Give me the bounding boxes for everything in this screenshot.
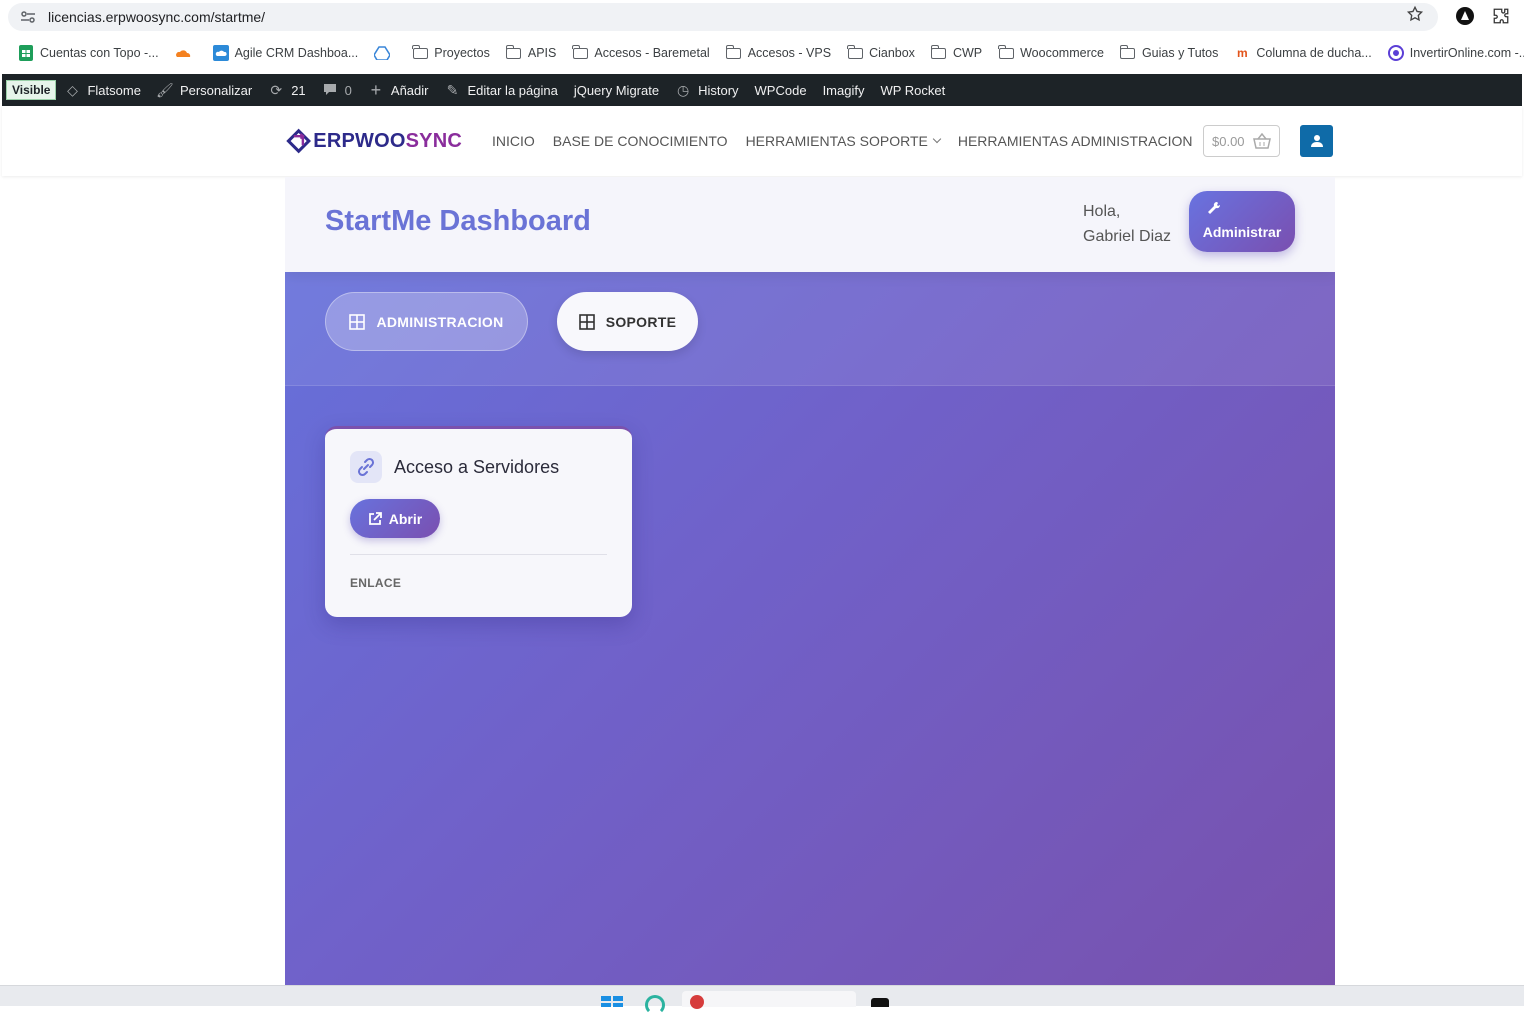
wrench-icon [1207,201,1221,218]
bookmark-folder-cianbox[interactable]: Cianbox [839,39,923,67]
windows-start-icon[interactable] [601,996,623,1007]
chrome-profile-icon [690,995,704,1009]
cloudflare-icon [175,45,191,61]
bookmark-item[interactable] [366,39,404,67]
tabs-bar: ADMINISTRACION SOPORTE [285,272,1335,386]
grid-icon [578,313,595,330]
bookmark-folder-proyectos[interactable]: Proyectos [404,39,498,67]
folder-icon [412,44,428,61]
startme-dashboard: StartMe Dashboard Hola, Gabriel Diaz Adm… [285,177,1335,987]
bookmark-item[interactable]: InvertirOnline.com -... [1380,39,1524,67]
wpbar-flatsome[interactable]: ◇ Flatsome [56,74,148,106]
wpbar-wpcode[interactable]: WPCode [747,74,815,106]
mercadolibre-icon: m [1237,46,1248,60]
address-bar[interactable]: licencias.erpwoosync.com/startme/ [8,3,1438,31]
cart-button[interactable]: $0.00 [1203,125,1280,157]
wpbar-personalizar[interactable]: 🖌 Personalizar [149,74,260,106]
extensions-puzzle-icon[interactable] [1492,7,1510,25]
wpbar-anadir[interactable]: + Añadir [360,74,437,106]
bookmark-item[interactable]: m Columna de ducha... [1226,39,1379,67]
plus-icon: + [370,79,382,100]
google-drive-icon [374,45,391,61]
folder-icon [725,44,742,61]
account-button[interactable] [1300,125,1333,157]
chevron-down-icon [932,134,942,144]
bookmark-folder-baremetal[interactable]: Accesos - Baremetal [564,39,717,67]
bookmark-folder-cwp[interactable]: CWP [923,39,990,67]
visible-badge[interactable]: Visible [6,80,57,100]
extension-icon[interactable] [1456,7,1474,25]
dashboard-header: StartMe Dashboard Hola, Gabriel Diaz Adm… [285,177,1335,272]
administrar-button[interactable]: Administrar [1189,191,1295,252]
bookmark-item[interactable]: Cuentas con Topo -... [10,39,167,67]
page-title: StartMe Dashboard [325,205,591,237]
bookmark-star-icon[interactable] [1406,5,1424,23]
folder-icon [572,44,588,61]
wpbar-history[interactable]: ◷ History [667,74,746,106]
greeting: Hola, Gabriel Diaz [1083,203,1172,245]
url-text: licencias.erpwoosync.com/startme/ [48,9,266,25]
wpbar-jquery[interactable]: jQuery Migrate [566,74,667,106]
bookmark-folder-vps[interactable]: Accesos - VPS [718,39,839,67]
cart-total: $0.00 [1212,133,1245,149]
os-taskbar [0,985,1524,1015]
abrir-button[interactable]: Abrir [350,499,440,538]
taskbar-app-chrome[interactable] [682,991,856,1009]
nav-base-conocimiento[interactable]: BASE DE CONOCIMIENTO [553,133,728,149]
logo-mark-icon [286,128,312,154]
folder-icon [505,44,522,61]
bookmark-item[interactable]: Agile CRM Dashboa... [205,39,367,67]
external-link-icon [368,511,382,525]
wpbar-editar[interactable]: ✎ Editar la página [436,74,565,106]
user-icon [1310,135,1323,147]
folder-icon [930,44,947,61]
logo-wordmark: ERPWOOSYNC [313,129,462,152]
edge-browser-icon[interactable] [645,995,665,1015]
link-icon [350,451,382,483]
comment-icon [322,82,338,98]
history-icon: ◷ [676,81,690,98]
nav-herramientas-administracion[interactable]: HERRAMIENTAS ADMINISTRACION [958,133,1193,149]
bookmark-folder-woocommerce[interactable]: Woocommerce [990,39,1112,67]
wpbar-imagify[interactable]: Imagify [815,74,873,106]
pencil-icon: ✎ [446,81,459,98]
site-settings-icon[interactable] [20,9,36,25]
bookmarks-bar: Cuentas con Topo -... Agile CRM Dashboa.… [0,34,1524,72]
grid-icon [349,313,366,330]
wpbar-comments[interactable]: 0 [314,74,360,106]
wpbar-updates[interactable]: ⟳ 21 [260,74,313,106]
site-header: ERPWOOSYNC INICIO BASE DE CONOCIMIENTO H… [2,106,1522,176]
folder-icon [998,44,1014,61]
diamond-icon: ◇ [67,81,78,98]
main-nav: INICIO BASE DE CONOCIMIENTO HERRAMIENTAS… [492,106,1211,176]
link-card: Acceso a Servidores Abrir ENLACE [325,426,632,617]
nav-herramientas-soporte[interactable]: HERRAMIENTAS SOPORTE [746,133,942,149]
basket-icon [1252,133,1271,149]
bookmark-folder-guias[interactable]: Guias y Tutos [1112,39,1226,67]
folder-icon [846,44,863,61]
tab-soporte[interactable]: SOPORTE [557,292,698,351]
bookmark-item[interactable] [167,39,205,67]
tab-administracion[interactable]: ADMINISTRACION [325,292,528,351]
browser-toolbar: licencias.erpwoosync.com/startme/ [0,0,1524,34]
cloud-icon [212,45,229,61]
card-title: Acceso a Servidores [394,457,560,477]
folder-icon [1119,44,1136,61]
sheets-icon [18,45,34,61]
wpbar-wprocket[interactable]: WP Rocket [872,74,953,106]
brush-icon: 🖌 [156,81,174,98]
refresh-icon: ⟳ [270,81,283,98]
nav-inicio[interactable]: INICIO [492,133,535,149]
card-divider [350,554,607,555]
bookmark-folder-apis[interactable]: APIS [498,39,565,67]
site-logo[interactable]: ERPWOOSYNC [286,118,462,164]
invertironline-icon [1387,45,1404,61]
card-type-label: ENLACE [350,576,402,590]
wp-admin-bar: Visible ◇ Flatsome 🖌 Personalizar ⟳ 21 0… [2,74,1522,106]
